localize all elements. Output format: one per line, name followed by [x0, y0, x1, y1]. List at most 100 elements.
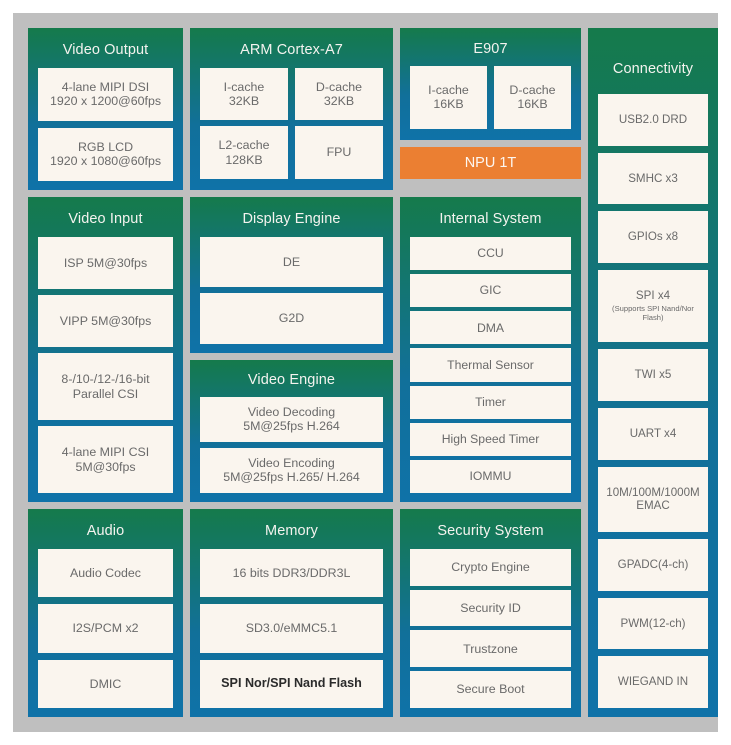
block-cell[interactable]: D-cache 16KB — [494, 65, 571, 129]
block-npu[interactable]: NPU 1T — [400, 147, 581, 179]
block-arm-cortex-a7[interactable]: ARM Cortex-A7 I-cache 32KB D-cache 32KB L2-c… — [190, 28, 393, 190]
block-cell[interactable]: ISP 5M@30fps — [38, 236, 173, 290]
block-cell[interactable]: Security ID — [410, 589, 571, 627]
cell-line-2: 32KB — [228, 94, 260, 109]
cell-line-1: FPU — [326, 145, 352, 160]
block-cell[interactable]: Trustzone — [410, 630, 571, 668]
block-cell[interactable]: DMA — [410, 311, 571, 345]
cell-line-1: TWI x5 — [634, 368, 672, 382]
block-cell[interactable]: GIC — [410, 274, 571, 308]
block-cell[interactable]: TWI x5 — [598, 349, 708, 402]
block-cell[interactable]: Audio Codec — [38, 548, 173, 598]
block-cell[interactable]: USB2.0 DRD — [598, 93, 708, 146]
block-body-arm-cortex-a7: I-cache 32KB D-cache 32KB L2-cache 128KB FPU — [200, 67, 383, 181]
block-e907[interactable]: E907 I-cache 16KB D-cache 16KB — [400, 28, 581, 140]
block-title-audio: Audio — [86, 523, 125, 539]
cell-line-1: VIPP 5M@30fps — [59, 313, 152, 328]
block-body-internal-system: CCU GIC DMA Thermal Sensor Timer High Speed T… — [410, 236, 571, 494]
cell-line-1: WIEGAND IN — [617, 675, 689, 689]
block-cell[interactable]: Thermal Sensor — [410, 348, 571, 382]
block-body-memory: 16 bits DDR3/DDR3L SD3.0/eMMC5.1 SPI Nor/S… — [200, 548, 383, 709]
block-cell[interactable]: DE — [200, 236, 383, 288]
cell-line-2: EMAC — [636, 499, 670, 513]
block-body-display-engine: DE G2D — [200, 236, 383, 344]
cell-line-1: PWM(12-ch) — [620, 616, 686, 630]
block-cell[interactable]: GPADC(4-ch) — [598, 539, 708, 591]
cell-line-2: 128KB — [225, 152, 263, 167]
block-audio[interactable]: Audio Audio Codec I2S/PCM x2 DMIC — [28, 509, 183, 717]
cell-line-1: Crypto Engine — [451, 560, 530, 574]
cell-line-1: SPI Nor/SPI Nand Flash — [221, 676, 362, 691]
block-cell[interactable]: Timer — [410, 385, 571, 419]
block-body-video-output: 4-lane MIPI DSI 1920 x 1200@60fps RGB LCD 1… — [38, 67, 173, 181]
block-cell[interactable]: I2S/PCM x2 — [38, 604, 173, 653]
block-cell[interactable]: Video Decoding 5M@25fps H.264 — [200, 396, 383, 442]
block-title-security-system: Security System — [437, 523, 544, 539]
cell-line-1: DMIC — [89, 676, 122, 691]
block-cell[interactable]: IOMMU — [410, 459, 571, 494]
cell-line-2: 16KB — [517, 97, 548, 112]
cell-line-1: Timer — [475, 394, 506, 409]
block-title-video-input: Video Input — [68, 211, 143, 227]
block-internal-system[interactable]: Internal System CCU GIC DMA Thermal Sensor T… — [400, 197, 581, 502]
soc-block-diagram: Video Output 4-lane MIPI DSI 1920 x 1200@… — [0, 0, 731, 745]
cell-line-1: GIC — [479, 283, 502, 298]
cell-line-1: CCU — [477, 246, 504, 261]
block-video-engine[interactable]: Video Engine Video Decoding 5M@25fps H.26… — [190, 360, 393, 502]
cell-line-2: Parallel CSI — [72, 386, 139, 401]
block-cell[interactable]: 16 bits DDR3/DDR3L — [200, 548, 383, 598]
block-cell[interactable]: RGB LCD 1920 x 1080@60fps — [38, 127, 173, 181]
block-body-connectivity: USB2.0 DRD SMHC x3 GPIOs x8 SPI x4 (Supports… — [598, 93, 708, 709]
cell-line-1: SMHC x3 — [628, 171, 678, 185]
block-cell[interactable]: SMHC x3 — [598, 152, 708, 205]
block-cell[interactable]: DMIC — [38, 659, 173, 709]
block-cell[interactable]: CCU — [410, 236, 571, 271]
cell-subtext: (Supports SPI Nand/Nor Flash) — [612, 303, 694, 323]
block-cell[interactable]: I-cache 32KB — [200, 67, 288, 121]
block-connectivity[interactable]: Connectivity USB2.0 DRD SMHC x3 GPIOs x8 SP… — [588, 28, 718, 717]
cell-line-1: I2S/PCM x2 — [72, 621, 139, 636]
cell-line-2: 5M@25fps H.264 — [243, 419, 340, 434]
cell-line-2: 5M@25fps H.265/ H.264 — [223, 470, 360, 485]
npu-label: NPU 1T — [464, 155, 517, 171]
cell-line-1: Thermal Sensor — [447, 357, 534, 372]
block-cell[interactable]: SPI x4 (Supports SPI Nand/Nor Flash) — [598, 269, 708, 343]
block-cell[interactable]: SD3.0/eMMC5.1 — [200, 604, 383, 653]
block-cell[interactable]: 8-/10-/12-/16-bit Parallel CSI — [38, 353, 173, 421]
block-video-input[interactable]: Video Input ISP 5M@30fps VIPP 5M@30fps 8-/… — [28, 197, 183, 502]
block-cell[interactable]: D-cache 32KB — [295, 67, 383, 121]
cell-line-1: IOMMU — [469, 469, 512, 484]
cell-line-1: Video Decoding — [247, 404, 336, 419]
cell-line-1: ISP 5M@30fps — [63, 255, 148, 270]
block-video-output[interactable]: Video Output 4-lane MIPI DSI 1920 x 1200@… — [28, 28, 183, 190]
block-cell[interactable]: 4-lane MIPI DSI 1920 x 1200@60fps — [38, 67, 173, 121]
block-title-arm-cortex-a7: ARM Cortex-A7 — [240, 42, 343, 58]
cell-line-1: 16 bits DDR3/DDR3L — [232, 565, 351, 580]
block-cell[interactable]: G2D — [200, 293, 383, 344]
block-cell[interactable]: L2-cache 128KB — [200, 126, 288, 179]
diagram-canvas: Video Output 4-lane MIPI DSI 1920 x 1200@… — [13, 13, 718, 732]
block-memory[interactable]: Memory 16 bits DDR3/DDR3L SD3.0/eMMC5.1 SP… — [190, 509, 393, 717]
cell-line-1: DMA — [476, 320, 505, 335]
cell-line-1: D-cache — [509, 82, 556, 97]
block-cell[interactable]: WIEGAND IN — [598, 656, 708, 709]
block-cell[interactable]: FPU — [295, 126, 383, 179]
block-cell[interactable]: I-cache 16KB — [410, 65, 487, 129]
block-cell[interactable]: UART x4 — [598, 408, 708, 460]
cell-line-1: SD3.0/eMMC5.1 — [245, 621, 338, 636]
block-cell[interactable]: GPIOs x8 — [598, 211, 708, 263]
block-cell[interactable]: VIPP 5M@30fps — [38, 295, 173, 348]
block-cell[interactable]: Video Encoding 5M@25fps H.265/ H.264 — [200, 447, 383, 493]
cell-line-1: High Speed Timer — [441, 432, 540, 447]
block-cell[interactable]: High Speed Timer — [410, 422, 571, 456]
block-cell[interactable]: PWM(12-ch) — [598, 597, 708, 650]
block-cell[interactable]: Secure Boot — [410, 671, 571, 708]
block-cell[interactable]: 4-lane MIPI CSI 5M@30fps — [38, 426, 173, 493]
block-cell[interactable]: SPI Nor/SPI Nand Flash — [200, 659, 383, 709]
cell-line-1: 8-/10-/12-/16-bit — [61, 372, 150, 387]
block-cell[interactable]: 10M/100M/1000M EMAC — [598, 466, 708, 533]
block-body-video-engine: Video Decoding 5M@25fps H.264 Video Encodi… — [200, 396, 383, 493]
block-security-system[interactable]: Security System Crypto Engine Security ID… — [400, 509, 581, 717]
block-cell[interactable]: Crypto Engine — [410, 548, 571, 586]
block-display-engine[interactable]: Display Engine DE G2D — [190, 197, 393, 353]
